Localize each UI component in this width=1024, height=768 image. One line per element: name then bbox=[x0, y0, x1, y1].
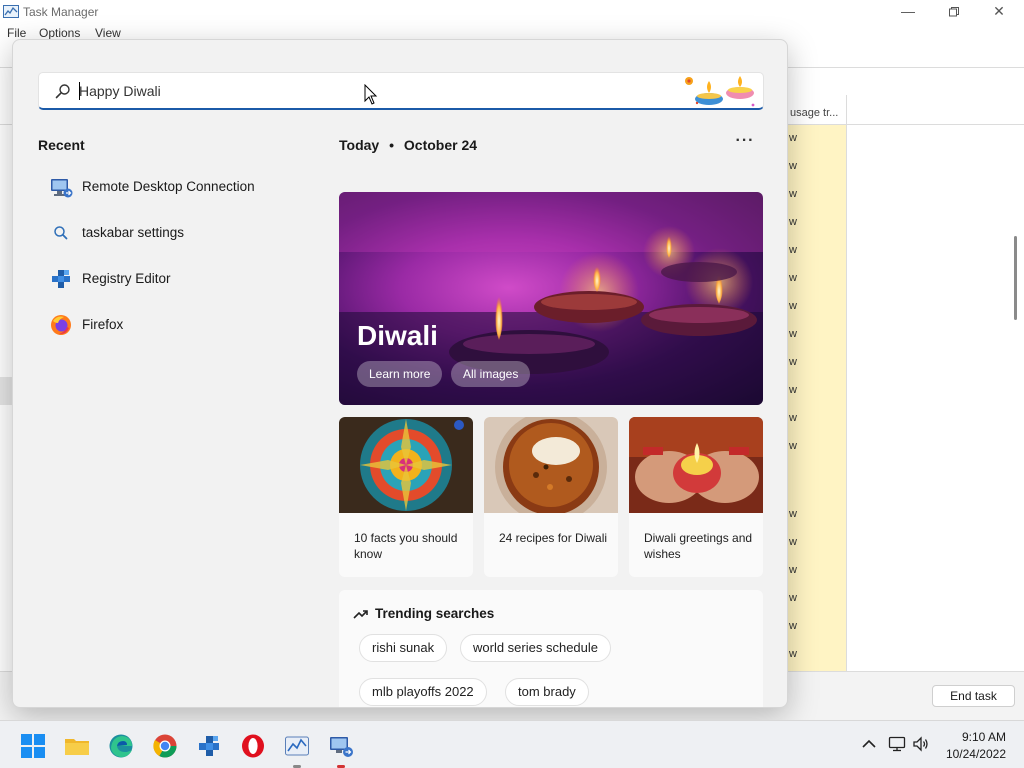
table-cell: w bbox=[789, 536, 797, 548]
search-input[interactable] bbox=[79, 73, 679, 109]
table-cell: w bbox=[789, 648, 797, 660]
table-cell: w bbox=[789, 188, 797, 200]
hero-title: Diwali bbox=[357, 320, 438, 351]
trending-chip[interactable]: rishi sunak bbox=[359, 634, 448, 662]
table-cell: w bbox=[789, 244, 797, 256]
hero-card-diwali[interactable]: Diwali Learn more All images bbox=[339, 192, 763, 405]
recent-item-taskbar-settings[interactable]: taskabar settings bbox=[38, 213, 308, 253]
column-divider bbox=[846, 95, 847, 671]
opera-icon[interactable] bbox=[240, 733, 266, 759]
recent-item-firefox[interactable]: Firefox bbox=[38, 305, 308, 345]
edge-icon[interactable] bbox=[108, 733, 134, 759]
card-facts[interactable]: 10 facts you should know bbox=[339, 417, 473, 577]
table-cell: w bbox=[789, 440, 797, 452]
card-text: 24 recipes for Diwali bbox=[499, 531, 608, 545]
menu-view[interactable]: View bbox=[95, 26, 121, 40]
trending-chip[interactable]: mlb playoffs 2022 bbox=[359, 678, 487, 706]
column-header-usage-trend[interactable]: usage tr... bbox=[790, 107, 838, 119]
window-title: Task Manager bbox=[23, 5, 99, 19]
taskbar: 9:10 AM 10/24/2022 bbox=[0, 720, 1024, 768]
table-cell: w bbox=[789, 160, 797, 172]
search-icon bbox=[55, 84, 70, 99]
table-cell: w bbox=[789, 508, 797, 520]
learn-more-button[interactable]: Learn more bbox=[357, 361, 443, 387]
recent-item-label: Registry Editor bbox=[82, 271, 171, 286]
hands-diya-image bbox=[629, 417, 763, 513]
text-caret bbox=[79, 82, 80, 100]
rangoli-image bbox=[339, 417, 473, 513]
minimize-icon[interactable]: — bbox=[885, 0, 931, 24]
title-bar: Task Manager — ✕ bbox=[0, 0, 1024, 24]
search-icon bbox=[54, 226, 68, 240]
recent-item-label: taskabar settings bbox=[82, 225, 185, 240]
search-flyout: Recent Remote Desktop Connection taskaba… bbox=[12, 39, 788, 708]
trending-chip[interactable]: world series schedule bbox=[460, 634, 612, 662]
registry-editor-icon[interactable] bbox=[196, 733, 222, 759]
clock-date[interactable]: 10/24/2022 bbox=[936, 747, 1006, 761]
network-icon[interactable] bbox=[888, 735, 906, 753]
volume-icon[interactable] bbox=[912, 735, 930, 753]
more-options-button[interactable]: ··· bbox=[731, 132, 759, 154]
today-date: October 24 bbox=[403, 137, 478, 153]
diwali-diya-icon bbox=[685, 76, 755, 107]
firefox-icon bbox=[51, 315, 71, 335]
end-task-button[interactable]: End task bbox=[932, 685, 1015, 707]
chevron-up-icon[interactable] bbox=[860, 735, 878, 753]
trending-arrow-icon bbox=[353, 610, 368, 619]
vertical-scrollbar[interactable] bbox=[1014, 236, 1017, 320]
table-cell: w bbox=[789, 272, 797, 284]
recent-item-registry-editor[interactable]: Registry Editor bbox=[38, 259, 308, 299]
mouse-cursor-icon bbox=[364, 84, 378, 105]
card-text: 10 facts you should know bbox=[354, 531, 458, 561]
task-manager-icon[interactable] bbox=[284, 733, 310, 759]
trending-chip[interactable]: tom brady bbox=[505, 678, 589, 706]
recipe-bowl-image bbox=[484, 417, 618, 513]
table-cell: w bbox=[789, 384, 797, 396]
menu-file[interactable]: File bbox=[7, 26, 26, 40]
trending-title: Trending searches bbox=[375, 606, 495, 621]
recent-item-label: Remote Desktop Connection bbox=[82, 179, 255, 194]
usage-trend-column: w w w w w w w w w w w w w w w w w w bbox=[787, 125, 847, 671]
recent-item-label: Firefox bbox=[82, 317, 124, 332]
search-box[interactable] bbox=[38, 72, 764, 110]
today-heading: Today • October 24 bbox=[339, 137, 477, 153]
table-cell: w bbox=[789, 300, 797, 312]
table-cell: w bbox=[789, 592, 797, 604]
clock-time[interactable]: 9:10 AM bbox=[944, 730, 1006, 744]
table-cell: w bbox=[789, 564, 797, 576]
menu-options[interactable]: Options bbox=[39, 26, 80, 40]
today-separator: • bbox=[389, 137, 394, 153]
remote-desktop-icon bbox=[51, 179, 73, 198]
table-cell: w bbox=[789, 216, 797, 228]
card-recipes[interactable]: 24 recipes for Diwali bbox=[484, 417, 618, 577]
table-cell: w bbox=[789, 356, 797, 368]
all-images-button[interactable]: All images bbox=[451, 361, 531, 387]
registry-editor-icon bbox=[52, 270, 70, 288]
remote-desktop-icon[interactable] bbox=[328, 733, 354, 759]
card-text: Diwali greetings and wishes bbox=[644, 531, 753, 561]
table-cell: w bbox=[789, 412, 797, 424]
restore-icon[interactable] bbox=[931, 0, 977, 24]
task-manager-app-icon bbox=[3, 5, 19, 18]
recent-item-remote-desktop[interactable]: Remote Desktop Connection bbox=[38, 167, 308, 207]
table-cell: w bbox=[789, 132, 797, 144]
card-greetings[interactable]: Diwali greetings and wishes bbox=[629, 417, 763, 577]
trending-searches-panel: Trending searches rishi sunak world seri… bbox=[339, 590, 763, 707]
file-explorer-icon[interactable] bbox=[64, 733, 90, 759]
recent-heading: Recent bbox=[38, 137, 85, 153]
today-label: Today bbox=[339, 137, 380, 153]
close-icon[interactable]: ✕ bbox=[976, 0, 1022, 24]
table-cell: w bbox=[789, 620, 797, 632]
chrome-icon[interactable] bbox=[152, 733, 178, 759]
windows-start-icon[interactable] bbox=[20, 733, 46, 759]
table-cell: w bbox=[789, 328, 797, 340]
